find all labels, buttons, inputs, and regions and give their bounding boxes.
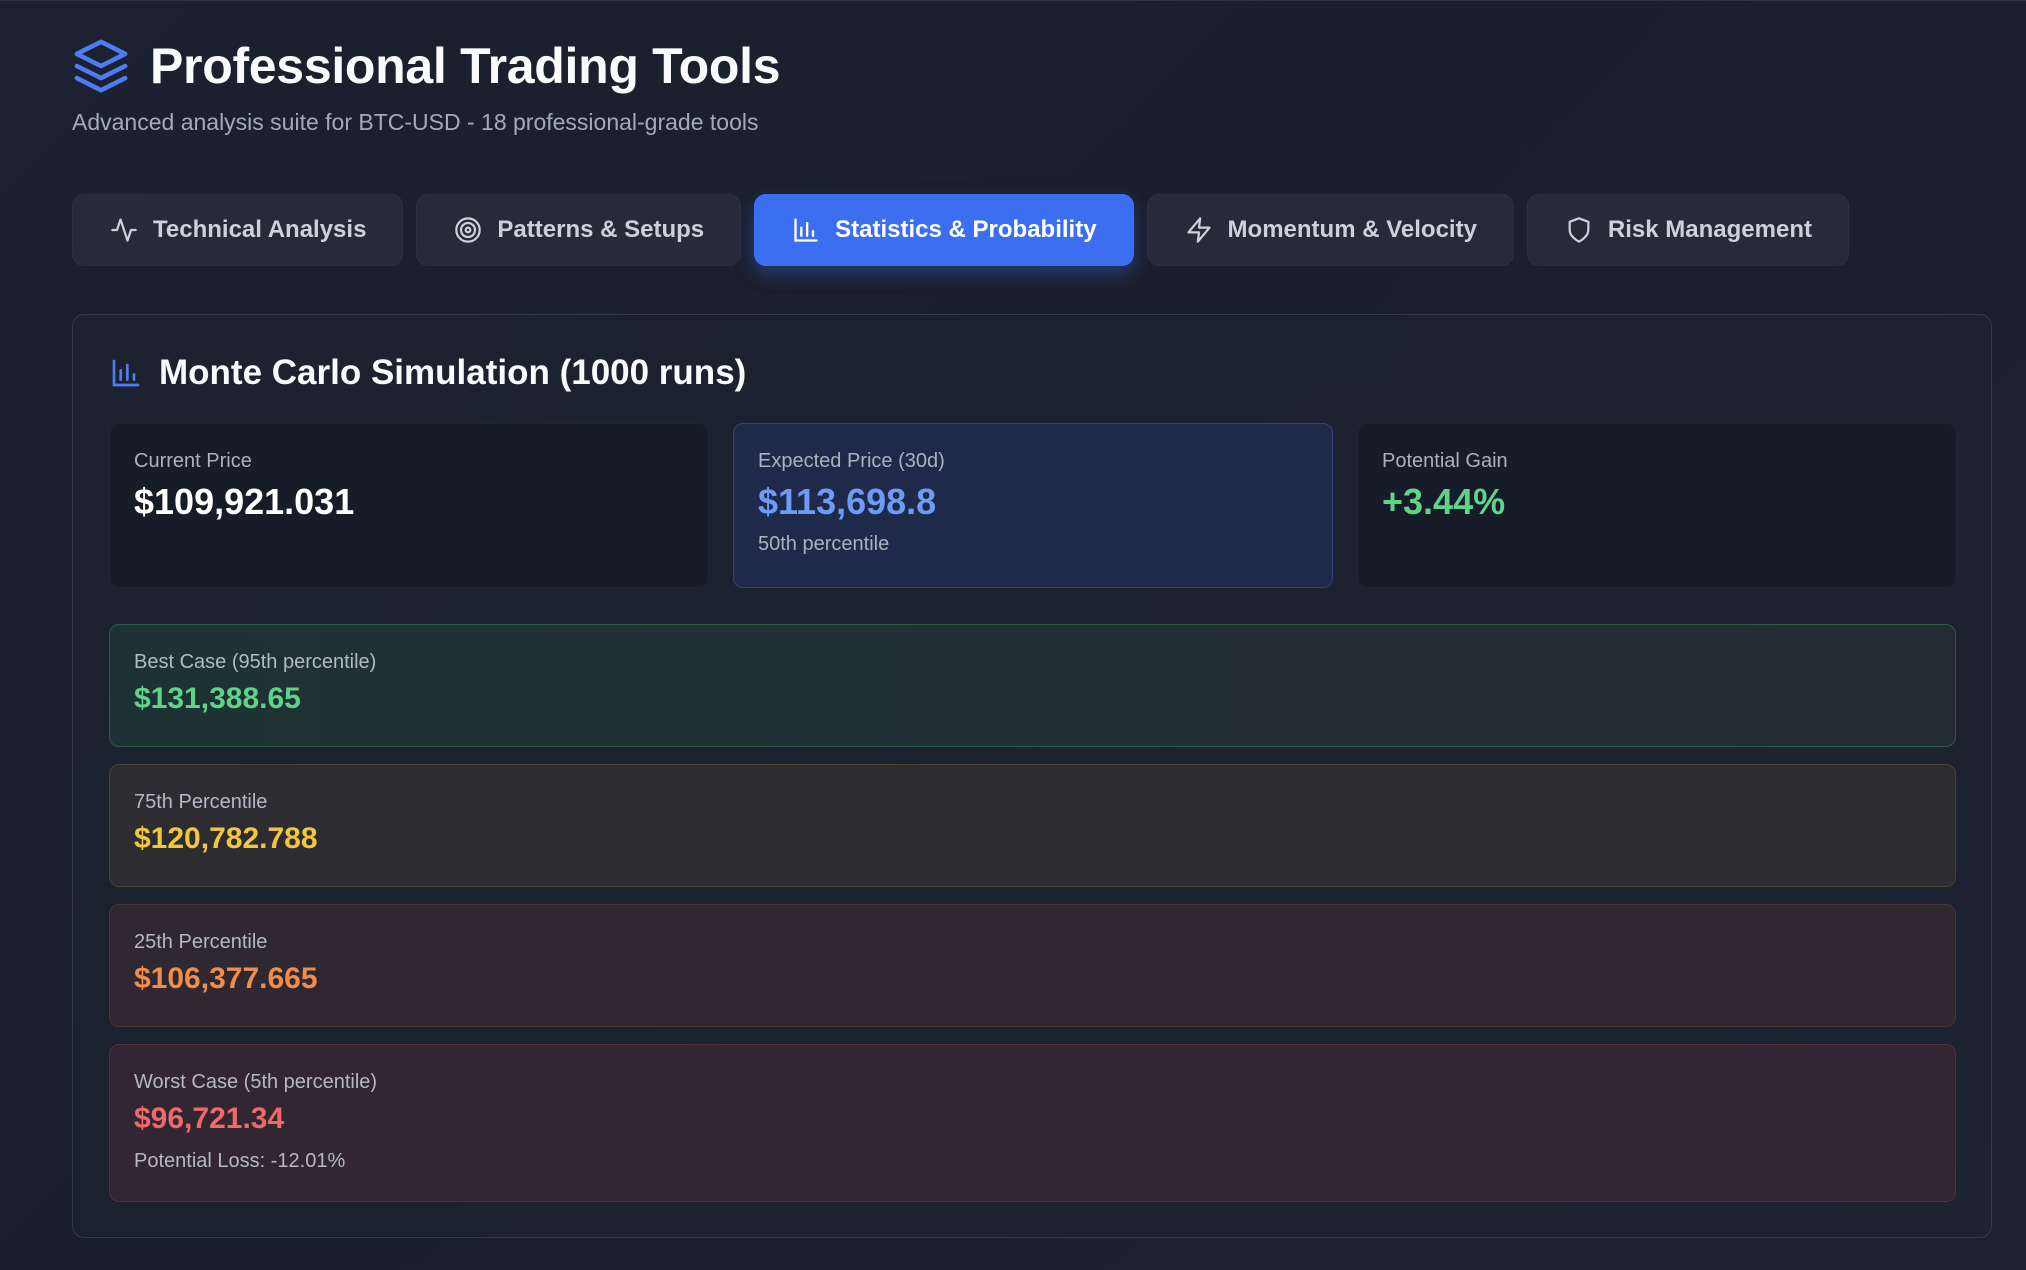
stat-label: Current Price bbox=[134, 450, 252, 472]
stat-label: Potential Gain bbox=[1382, 450, 1508, 472]
monte-carlo-panel: Monte Carlo Simulation (1000 runs) Curre… bbox=[72, 314, 1992, 1238]
scenario-label: Worst Case (5th percentile) bbox=[134, 1071, 378, 1093]
lightning-icon bbox=[1184, 215, 1214, 245]
stat-cards: Current Price $109,921.031 Expected Pric… bbox=[109, 423, 1957, 588]
current-price-card: Current Price $109,921.031 bbox=[109, 423, 709, 588]
scenario-label: Best Case (95th percentile) bbox=[134, 651, 377, 673]
target-icon bbox=[453, 215, 483, 245]
activity-icon bbox=[109, 215, 139, 245]
tab-label: Risk Management bbox=[1607, 216, 1812, 243]
worst-case-value: $96,721.34 bbox=[134, 1102, 285, 1135]
page-title: Professional Trading Tools bbox=[150, 38, 781, 94]
expected-price-card: Expected Price (30d) $113,698.8 50th per… bbox=[733, 423, 1333, 588]
potential-gain-card: Potential Gain +3.44% bbox=[1357, 423, 1957, 588]
scenario-label: 25th Percentile bbox=[134, 931, 268, 953]
tab-label: Patterns & Setups bbox=[497, 216, 705, 243]
p75-row: 75th Percentile $120,782.788 bbox=[109, 764, 1956, 887]
worst-case-row: Worst Case (5th percentile) $96,721.34 P… bbox=[109, 1044, 1956, 1202]
tab-label: Momentum & Velocity bbox=[1227, 216, 1477, 243]
p25-value: $106,377.665 bbox=[134, 962, 318, 995]
title-row: Professional Trading Tools bbox=[72, 37, 781, 95]
bar-chart-icon bbox=[791, 215, 821, 245]
shield-icon bbox=[1564, 215, 1594, 245]
page-subtitle: Advanced analysis suite for BTC-USD - 18… bbox=[72, 109, 759, 135]
tab-bar: Technical Analysis Patterns & Setups Sta… bbox=[72, 194, 1849, 266]
current-price-value: $109,921.031 bbox=[134, 481, 355, 522]
tab-statistics-probability[interactable]: Statistics & Probability bbox=[754, 194, 1134, 266]
panel-header: Monte Carlo Simulation (1000 runs) bbox=[109, 353, 746, 393]
expected-price-value: $113,698.8 bbox=[758, 481, 937, 522]
best-case-value: $131,388.65 bbox=[134, 682, 301, 715]
tab-technical-analysis[interactable]: Technical Analysis bbox=[72, 194, 404, 266]
p25-row: 25th Percentile $106,377.665 bbox=[109, 904, 1956, 1027]
p75-value: $120,782.788 bbox=[134, 822, 318, 855]
tab-label: Technical Analysis bbox=[153, 216, 367, 243]
tab-risk-management[interactable]: Risk Management bbox=[1526, 194, 1849, 266]
layers-icon bbox=[72, 37, 130, 95]
page: Professional Trading Tools Advanced anal… bbox=[0, 0, 2026, 1270]
bar-chart-icon bbox=[109, 356, 143, 390]
tab-momentum-velocity[interactable]: Momentum & Velocity bbox=[1146, 194, 1514, 266]
best-case-row: Best Case (95th percentile) $131,388.65 bbox=[109, 624, 1956, 747]
tab-label: Statistics & Probability bbox=[835, 216, 1097, 243]
potential-loss-note: Potential Loss: -12.01% bbox=[134, 1150, 346, 1172]
potential-gain-value: +3.44% bbox=[1382, 481, 1506, 522]
panel-title: Monte Carlo Simulation (1000 runs) bbox=[159, 353, 747, 392]
stat-label: Expected Price (30d) bbox=[758, 450, 945, 472]
page-header: Professional Trading Tools Advanced anal… bbox=[72, 37, 781, 136]
expected-price-note: 50th percentile bbox=[758, 533, 890, 555]
scenario-label: 75th Percentile bbox=[134, 791, 268, 813]
tab-patterns-setups[interactable]: Patterns & Setups bbox=[416, 194, 742, 266]
